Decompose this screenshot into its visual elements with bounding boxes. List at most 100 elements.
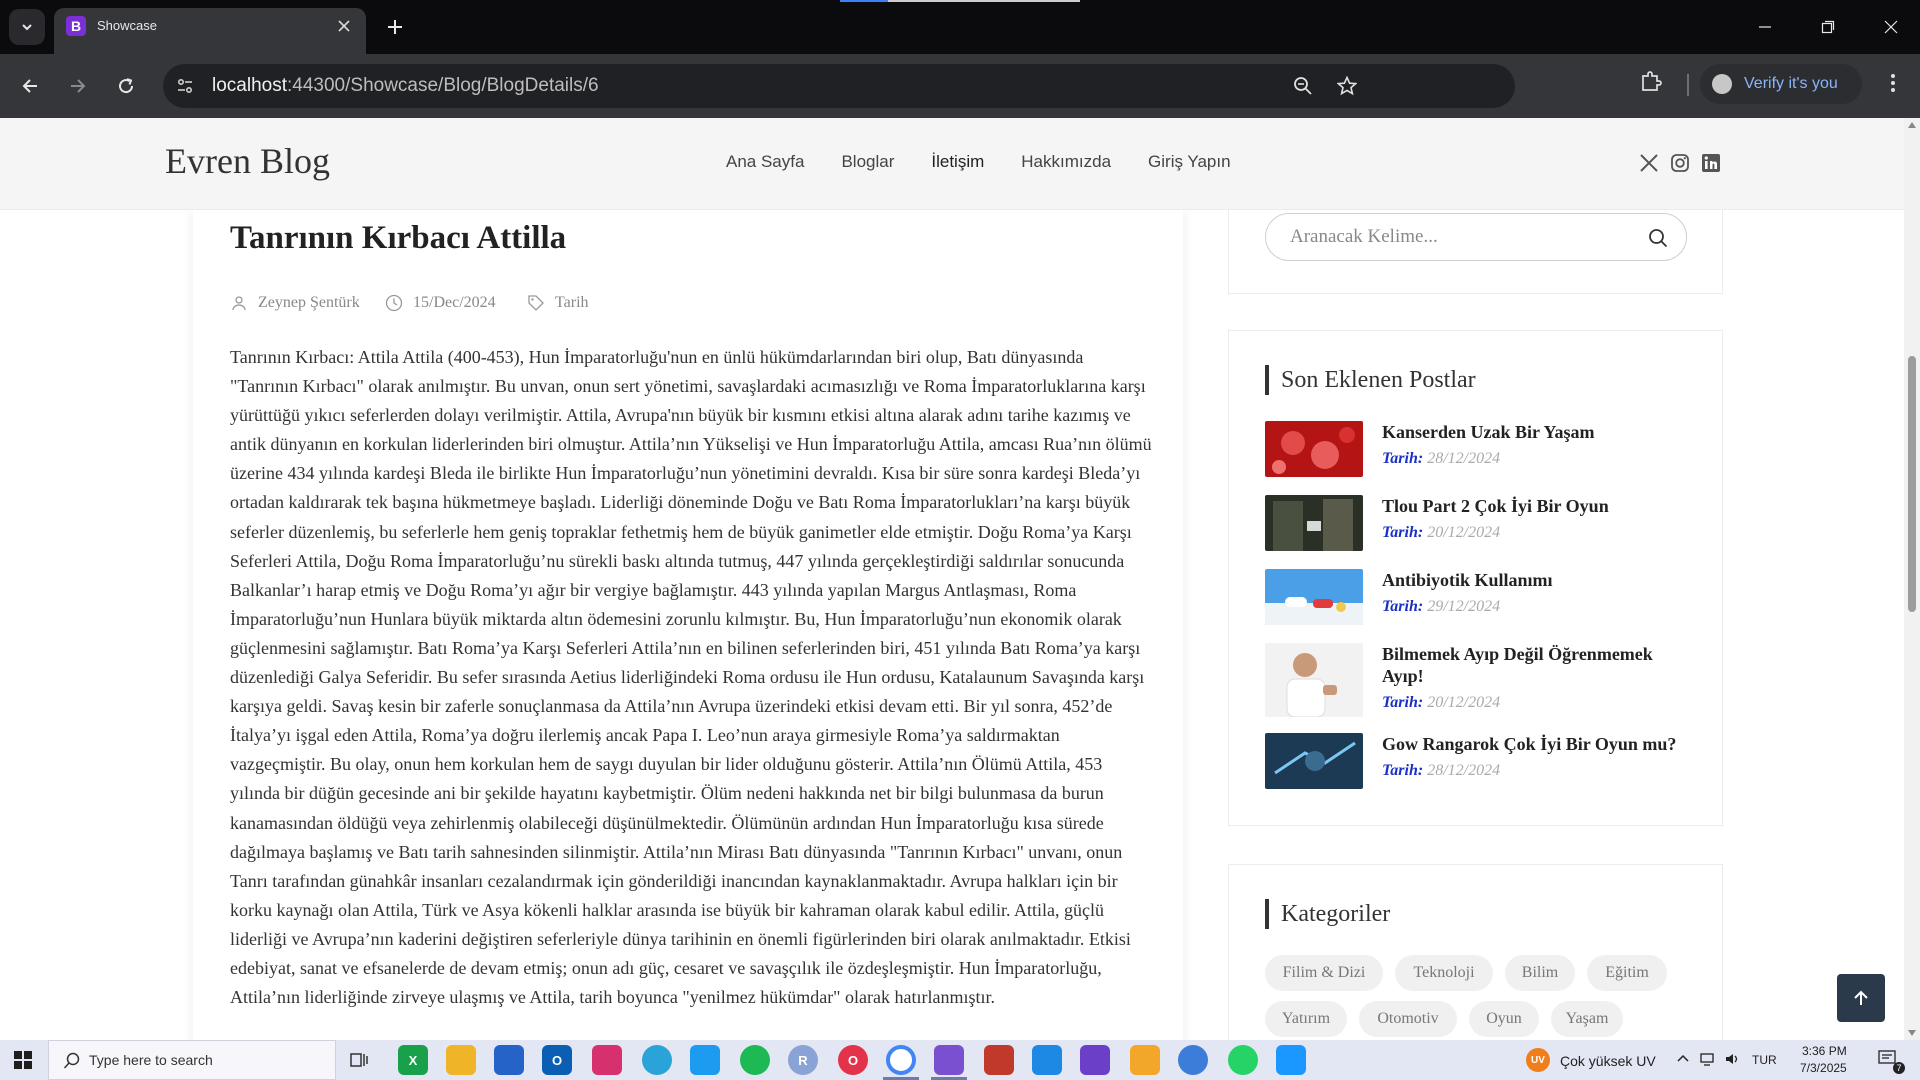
extensions-icon[interactable] [1638,68,1664,94]
category-pill[interactable]: Bilim [1505,955,1575,991]
close-tab-icon[interactable] [332,14,356,38]
toolbox-app-icon[interactable] [984,1045,1014,1075]
prime-video-icon[interactable] [1276,1045,1306,1075]
recent-post-item[interactable]: Gow Rangarok Çok İyi Bir Oyun mu? Tarih:… [1265,733,1685,793]
visual-studio-icon[interactable] [934,1045,964,1075]
taskbar-search[interactable]: Type here to search [48,1040,336,1080]
address-bar[interactable]: localhost:44300/Showcase/Blog/BlogDetail… [163,64,1515,108]
reload-button[interactable] [108,68,144,104]
opera-icon[interactable]: O [838,1045,868,1075]
article-category[interactable]: Tarih [527,294,589,312]
back-button[interactable] [12,68,48,104]
recent-post-item[interactable]: Kanserden Uzak Bir Yaşam Tarih: 28/12/202… [1265,421,1685,481]
post-date: Tarih: 28/12/2024 [1382,450,1500,468]
post-thumbnail [1265,643,1363,717]
whatsapp-icon[interactable] [1228,1045,1258,1075]
clock-time[interactable]: 3:36 PM [1802,1044,1847,1058]
category-pill[interactable]: Otomotiv [1359,1001,1457,1037]
search-input[interactable] [1290,226,1630,248]
clock-date[interactable]: 7/3/2025 [1800,1061,1847,1075]
vscode-icon[interactable] [1032,1045,1062,1075]
profile-button[interactable]: Verify it's you [1700,64,1862,104]
nav-link-about[interactable]: Hakkımızda [1021,152,1111,172]
recent-post-item[interactable]: Tlou Part 2 Çok İyi Bir Oyun Tarih: 20/12… [1265,495,1685,555]
scroll-up-arrow-icon[interactable] [1908,122,1916,128]
category-pill[interactable]: Yaşam [1551,1001,1623,1037]
nav-link-home[interactable]: Ana Sayfa [726,152,804,172]
category-pill[interactable]: Oyun [1469,1001,1539,1037]
zoom-icon[interactable] [1291,74,1315,98]
search-icon[interactable] [1646,226,1670,250]
twitter-app-icon[interactable] [690,1045,720,1075]
task-view-icon[interactable] [344,1045,374,1075]
nav-link-blogs[interactable]: Bloglar [841,152,894,172]
category-text: Tarih [555,294,589,311]
close-window-button[interactable] [1868,10,1914,44]
file-explorer-icon[interactable] [446,1045,476,1075]
scrollbar-thumb[interactable] [1908,356,1916,612]
notification-count-badge: 7 [1893,1062,1905,1074]
date-label: Tarih: [1382,450,1424,467]
browser-menu-icon[interactable] [1878,68,1908,98]
windows-logo-icon [14,1051,32,1069]
category-pill[interactable]: Eğitim [1587,955,1667,991]
tab-search-button[interactable] [9,9,45,45]
visual-studio-2-icon[interactable] [1080,1045,1110,1075]
nav-link-contact[interactable]: İletişim [931,152,984,172]
recent-post-item[interactable]: Bilmemek Ayıp Değil Öğrenmemek Ayıp! Tar… [1265,643,1685,719]
user-icon [230,294,248,312]
arrow-right-icon [71,79,86,93]
site-settings-icon[interactable] [173,74,197,98]
language-indicator[interactable]: TUR [1752,1053,1777,1067]
rider-app-icon[interactable]: R [788,1045,818,1075]
page-scrollbar[interactable] [1904,118,1920,1040]
scroll-down-arrow-icon[interactable] [1908,1030,1916,1036]
recent-post-item[interactable]: Antibiyotik Kullanımı Tarih: 29/12/2024 [1265,569,1685,629]
post-title[interactable]: Kanserden Uzak Bir Yaşam [1382,421,1682,443]
category-pill[interactable]: Filim & Dizi [1265,955,1383,991]
chrome-icon[interactable] [886,1045,916,1075]
category-pill[interactable]: Teknoloji [1395,955,1493,991]
restore-button[interactable] [1805,10,1851,44]
arrow-up-icon [1854,990,1868,1005]
instagram-icon[interactable] [1669,152,1691,174]
url-text[interactable]: localhost:44300/Showcase/Blog/BlogDetail… [212,75,599,97]
tray-chevron-up-icon[interactable] [1676,1052,1690,1069]
search-field[interactable] [1265,213,1687,261]
forward-button[interactable] [60,68,96,104]
volume-icon[interactable] [1724,1052,1740,1069]
post-date: Tarih: 28/12/2024 [1382,762,1500,780]
outlook-icon[interactable]: O [542,1045,572,1075]
minimize-button[interactable] [1742,10,1788,44]
xbox-app-icon[interactable]: X [398,1045,428,1075]
instagram-app-icon[interactable] [592,1045,622,1075]
linkedin-icon[interactable] [1700,152,1722,174]
spotify-icon[interactable] [740,1045,770,1075]
post-title[interactable]: Tlou Part 2 Çok İyi Bir Oyun [1382,495,1682,517]
main-nav: Ana Sayfa Bloglar İletişim Hakkımızda Gi… [726,152,1268,172]
post-title[interactable]: Bilmemek Ayıp Değil Öğrenmemek Ayıp! [1382,643,1682,687]
post-title[interactable]: Antibiyotik Kullanımı [1382,569,1682,591]
scroll-to-top-button[interactable] [1837,974,1885,1022]
new-tab-button[interactable] [380,12,410,42]
site-header: Evren Blog Ana Sayfa Bloglar İletişim Ha… [0,118,1904,210]
post-title[interactable]: Gow Rangarok Çok İyi Bir Oyun mu? [1382,733,1682,755]
start-button[interactable] [0,1040,46,1080]
paint-app-icon[interactable] [1130,1045,1160,1075]
post-thumbnail [1265,495,1363,551]
site-logo[interactable]: Evren Blog [165,140,330,182]
bookmark-star-icon[interactable] [1335,74,1359,98]
url-host: localhost [212,75,287,96]
x-twitter-icon[interactable] [1638,152,1660,174]
weather-uv-icon[interactable]: UV [1526,1048,1550,1072]
telegram-icon[interactable] [642,1045,672,1075]
article-card: Tanrının Kırbacı Attilla Zeynep Şentürk … [193,210,1183,1040]
edge-icon[interactable] [1178,1045,1208,1075]
weather-text[interactable]: Çok yüksek UV [1560,1053,1656,1069]
restore-icon [1821,20,1835,34]
category-pill[interactable]: Yatırım [1265,1001,1347,1037]
nav-link-login[interactable]: Giriş Yapın [1148,152,1231,172]
microsoft-store-icon[interactable] [494,1045,524,1075]
browser-tab-active[interactable]: B Showcase [54,8,366,54]
network-icon[interactable] [1700,1052,1716,1069]
